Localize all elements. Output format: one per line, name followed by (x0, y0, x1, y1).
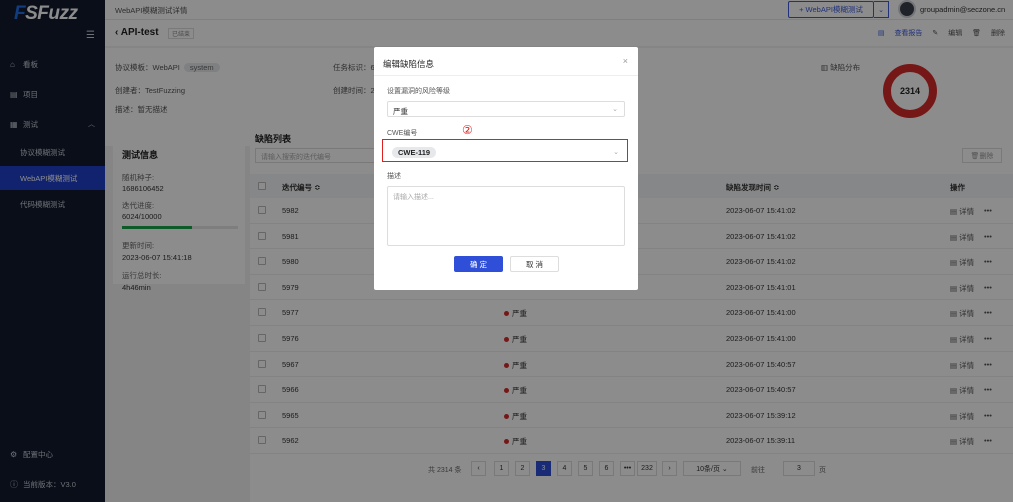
risk-level-label: 设置漏洞的风险等级 (387, 88, 450, 95)
chevron-down-icon: ⌄ (613, 149, 619, 156)
chevron-down-icon: ⌄ (612, 106, 618, 113)
risk-level-select[interactable]: 严重 ⌄ (387, 101, 625, 117)
cancel-button[interactable]: 取 消 (510, 256, 559, 272)
annotation-number: ② (462, 123, 473, 137)
divider (374, 75, 638, 76)
cwe-label: CWE编号 (387, 130, 418, 137)
edit-defect-dialog: 编辑缺陷信息 × 设置漏洞的风险等级 严重 ⌄ ② CWE编号 CWE-119 ⌄ … (374, 47, 638, 290)
close-icon[interactable]: × (623, 56, 628, 66)
cwe-select[interactable]: CWE-119 ⌄ (387, 143, 625, 159)
dialog-title: 编辑缺陷信息 (383, 59, 435, 69)
description-label: 描述 (387, 173, 401, 180)
description-textarea[interactable]: 请输入描述... (387, 186, 625, 246)
confirm-button[interactable]: 确 定 (454, 256, 503, 272)
cwe-tag[interactable]: CWE-119 (392, 147, 437, 158)
